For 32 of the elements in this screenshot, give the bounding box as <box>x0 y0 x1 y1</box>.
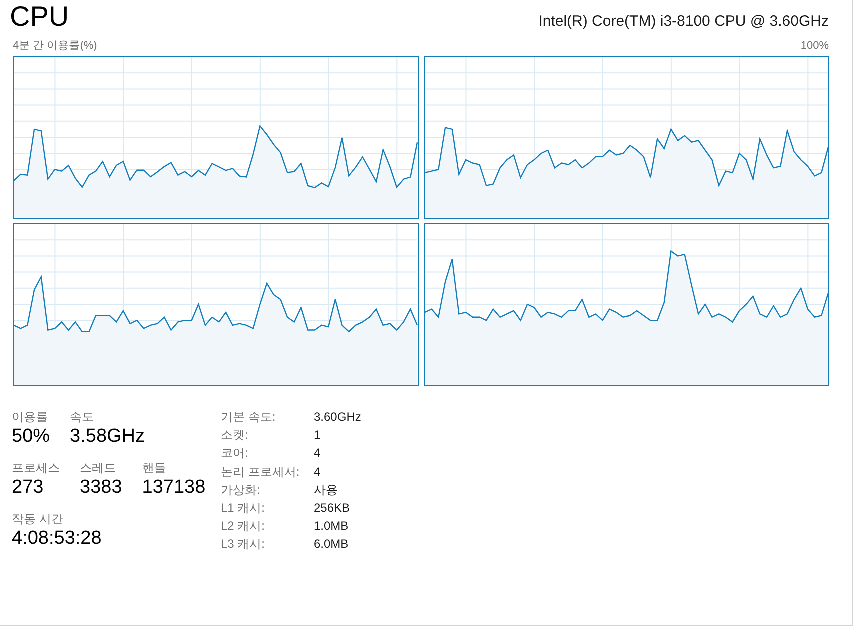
stat-value: 50% <box>12 425 50 449</box>
stat-label: 핸들 <box>142 460 168 476</box>
detail-value: 1.0MB <box>314 518 350 536</box>
detail-value: 사용 <box>314 482 339 499</box>
stat-label: 이용률 <box>12 409 49 425</box>
page-title: CPU <box>10 0 70 34</box>
stat-label: 속도 <box>70 409 96 425</box>
detail-value: 3.60GHz <box>314 409 362 426</box>
detail-label: 소켓: <box>221 427 250 444</box>
stat-value: 4:08:53:28 <box>12 527 102 551</box>
detail-label: L1 캐시: <box>221 500 266 518</box>
detail-label: 논리 프로세서: <box>221 464 301 481</box>
stat-label: 작동 시간 <box>12 511 64 527</box>
graph-max-label: 100% <box>800 39 829 53</box>
detail-value: 6.0MB <box>314 536 350 554</box>
detail-value: 4 <box>314 464 322 481</box>
stat-label: 스레드 <box>80 460 117 476</box>
stat-value: 273 <box>12 476 45 500</box>
stat-value: 137138 <box>142 476 206 500</box>
detail-value: 256KB <box>314 500 352 518</box>
detail-label: 가상화: <box>221 482 262 499</box>
detail-label: 기본 속도: <box>221 409 277 426</box>
detail-label: L3 캐시: <box>221 536 266 554</box>
processor-name: Intel(R) Core(TM) i3-8100 CPU @ 3.60GHz <box>538 13 829 30</box>
detail-label: 코어: <box>221 445 250 462</box>
detail-label: L2 캐시: <box>221 518 266 536</box>
detail-value: 1 <box>314 427 322 444</box>
stat-value: 3.58GHz <box>70 425 146 449</box>
stat-value: 3383 <box>80 476 122 500</box>
stat-label: 프로세스 <box>12 460 60 476</box>
graph-caption: 4분 간 이용률(%) <box>13 39 98 53</box>
detail-value: 4 <box>314 445 322 462</box>
